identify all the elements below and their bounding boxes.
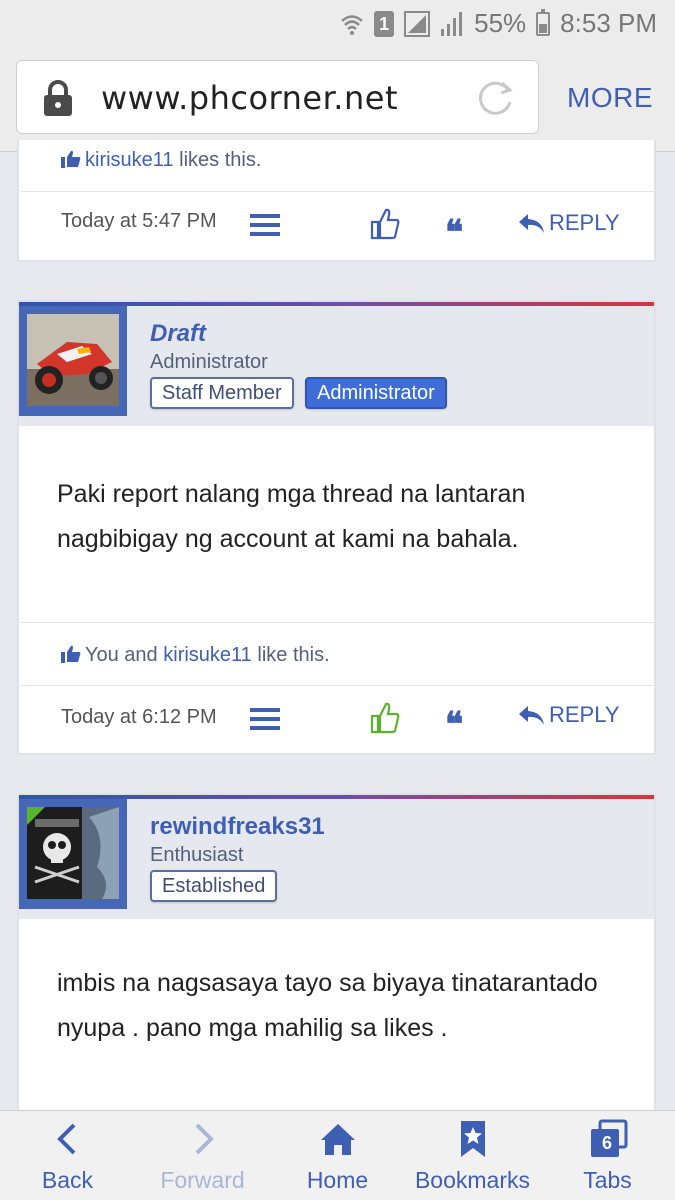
like-button-icon[interactable] xyxy=(370,208,400,240)
bookmark-star-icon xyxy=(460,1121,485,1157)
home-icon xyxy=(320,1124,355,1155)
quote-icon[interactable]: ❝ xyxy=(445,216,463,250)
post-timestamp[interactable]: Today at 5:47 PM xyxy=(61,210,217,233)
like-button-icon-active[interactable] xyxy=(370,702,400,734)
wifi-icon xyxy=(341,14,363,35)
tab-count: 6 xyxy=(601,1133,612,1153)
badge-established: Established xyxy=(150,870,278,902)
post-2: Draft Administrator Staff Member Adminis… xyxy=(17,300,656,755)
badge-administrator: Administrator xyxy=(305,377,447,409)
reply-arrow-icon xyxy=(519,214,544,233)
bookmarks-label: Bookmarks xyxy=(414,1167,531,1193)
online-indicator xyxy=(27,807,45,825)
author-title: Enthusiast xyxy=(150,844,244,866)
forward-button[interactable]: Forward xyxy=(135,1111,270,1200)
browser-bottom-nav: Back Forward Home Bookmarks 6 Tabs xyxy=(0,1110,675,1200)
avatar-frame xyxy=(19,306,127,416)
thumbs-up-icon xyxy=(61,150,81,168)
avatar-frame xyxy=(19,799,127,909)
post-1: kirisuke11 likes this. Today at 5:47 PM … xyxy=(17,140,656,262)
reply-label: REPLY xyxy=(549,702,620,727)
back-label: Back xyxy=(41,1167,94,1193)
post-2-footer: Today at 6:12 PM ❝ REPLY xyxy=(21,686,654,754)
message-text: imbis na nagsasaya tayo sa biyaya tinata… xyxy=(57,969,598,1042)
more-button[interactable]: MORE xyxy=(567,82,653,114)
message-text: Paki report nalang mga thread na lantara… xyxy=(57,480,526,553)
sim-indicator: 1 xyxy=(374,10,395,37)
browser-toolbar: www.phcorner.net MORE xyxy=(0,48,675,152)
reply-arrow-icon xyxy=(519,706,544,725)
menu-icon[interactable] xyxy=(250,708,280,730)
chevron-left-icon xyxy=(56,1123,75,1155)
post-2-likes-bar: You and kirisuke11 like this. xyxy=(21,622,654,686)
post-2-message: Paki report nalang mga thread na lantara… xyxy=(21,426,654,622)
chevron-right-icon xyxy=(195,1123,214,1155)
bookmarks-button[interactable]: Bookmarks xyxy=(405,1111,540,1200)
status-bar: 1 55% 8:53 PM xyxy=(0,0,675,48)
post-3: rewindfreaks31 Enthusiast Established im… xyxy=(17,793,656,1123)
avatar[interactable] xyxy=(27,314,119,406)
post-2-author-area: Draft Administrator Staff Member Adminis… xyxy=(19,306,654,426)
liker-link[interactable]: kirisuke11 xyxy=(163,644,252,666)
post-1-footer: Today at 5:47 PM ❝ REPLY xyxy=(21,192,654,260)
lock-icon xyxy=(44,80,72,116)
clock: 8:53 PM xyxy=(560,8,657,38)
home-button[interactable]: Home xyxy=(270,1111,405,1200)
author-name[interactable]: rewindfreaks31 xyxy=(150,813,325,841)
liker-link[interactable]: kirisuke11 xyxy=(85,149,174,171)
menu-icon[interactable] xyxy=(250,214,280,236)
reply-button[interactable]: REPLY xyxy=(517,210,620,236)
reply-button[interactable]: REPLY xyxy=(517,702,620,728)
quote-icon[interactable]: ❝ xyxy=(445,708,463,742)
url-text[interactable]: www.phcorner.net xyxy=(101,79,398,117)
signal-icon-1 xyxy=(404,10,431,37)
post-3-message: imbis na nagsasaya tayo sa biyaya tinata… xyxy=(21,919,654,1123)
back-button[interactable]: Back xyxy=(0,1111,135,1200)
author-name[interactable]: Draft xyxy=(150,320,206,348)
likes-prefix: You and xyxy=(85,644,158,666)
signal-icon-2 xyxy=(441,11,463,36)
likes-suffix: like this. xyxy=(257,644,330,666)
battery-icon xyxy=(536,8,551,36)
badge-staff-member: Staff Member xyxy=(150,377,294,409)
tabs-button[interactable]: 6 Tabs xyxy=(540,1111,675,1200)
tabs-label: Tabs xyxy=(583,1167,632,1193)
post-1-likes-bar: kirisuke11 likes this. xyxy=(21,140,654,192)
reload-icon[interactable] xyxy=(476,78,516,118)
battery-percent: 55% xyxy=(474,8,527,38)
reply-label: REPLY xyxy=(549,210,620,235)
post-timestamp[interactable]: Today at 6:12 PM xyxy=(61,706,217,729)
motorcycle-avatar-image xyxy=(27,314,119,406)
post-3-author-area: rewindfreaks31 Enthusiast Established xyxy=(19,799,654,919)
home-label: Home xyxy=(306,1167,369,1193)
thumbs-up-icon xyxy=(61,645,81,663)
forward-label: Forward xyxy=(160,1167,245,1193)
author-title: Administrator xyxy=(150,351,268,373)
address-bar[interactable]: www.phcorner.net xyxy=(16,60,539,134)
likes-text: likes this. xyxy=(179,149,262,171)
